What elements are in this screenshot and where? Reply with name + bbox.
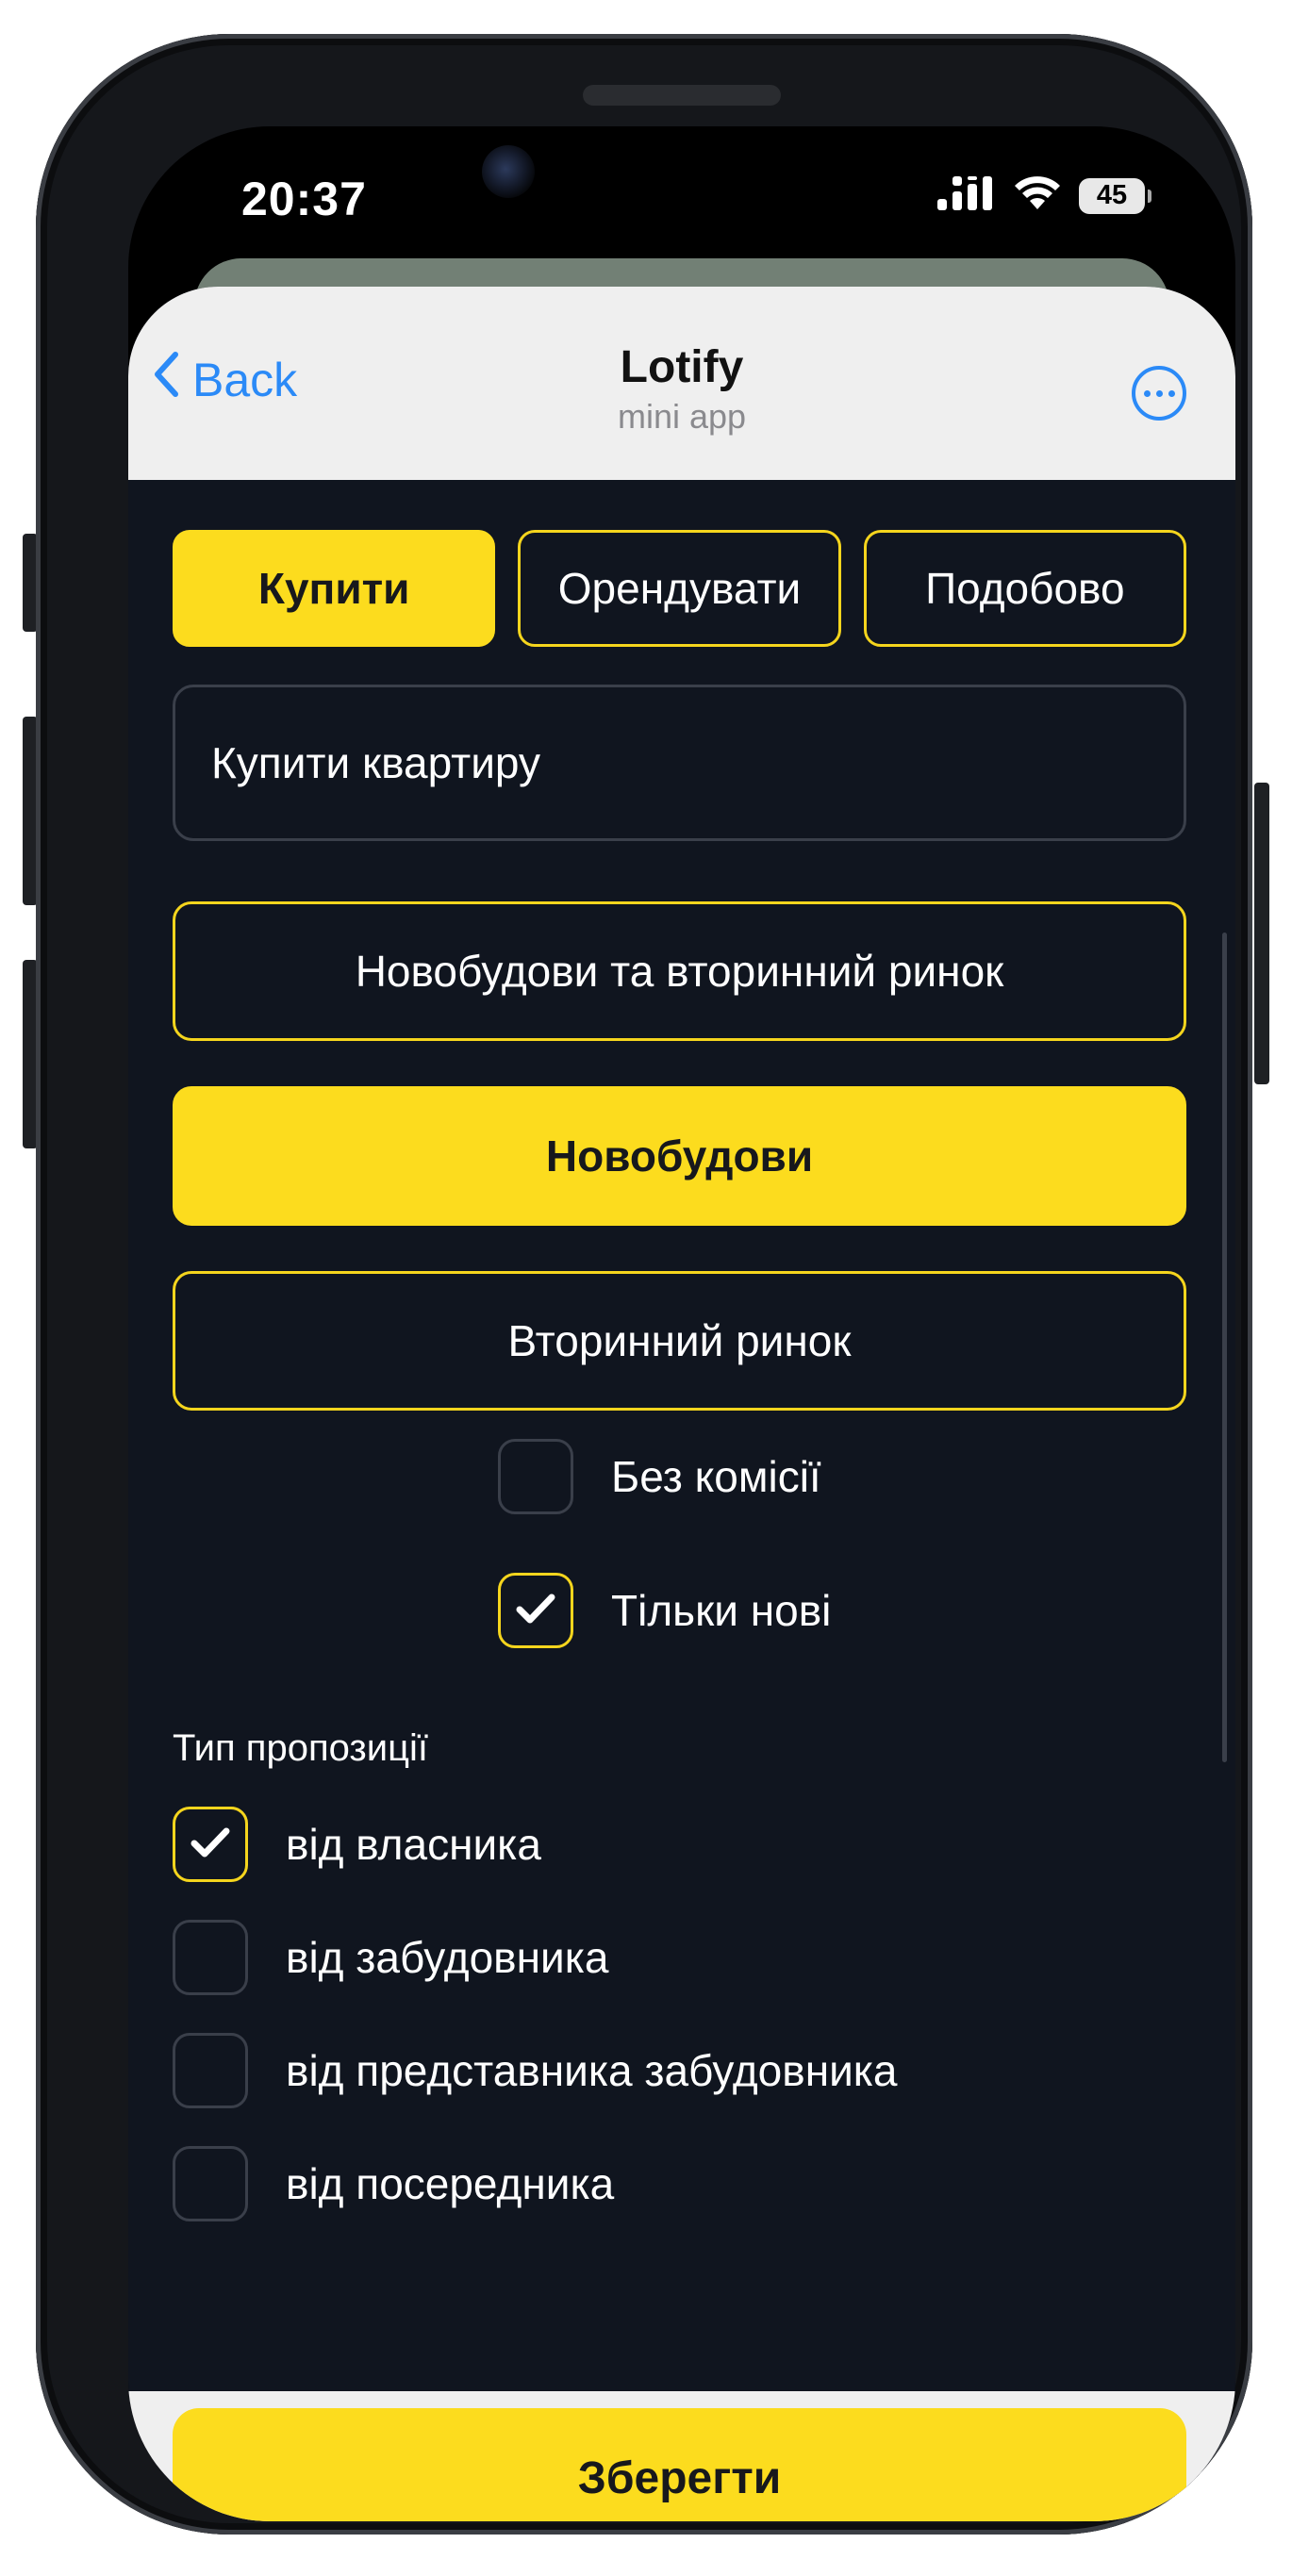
app-subtitle: mini app — [617, 397, 747, 436]
front-camera — [482, 145, 535, 198]
offer-developer-rep-checkbox[interactable] — [173, 2033, 248, 2108]
app-title: Lotify — [620, 342, 744, 392]
header-title-block: Lotify mini app — [128, 341, 1235, 437]
more-options-icon[interactable] — [1132, 366, 1186, 421]
offer-developer-label: від забудовника — [286, 1933, 609, 1982]
deal-type-tabs: Купити Орендувати Подобово — [173, 530, 1186, 647]
cellular-signal-icon — [937, 176, 996, 215]
status-time: 20:37 — [241, 173, 367, 225]
offer-owner-checkbox[interactable] — [173, 1807, 248, 1882]
option-new-and-secondary[interactable]: Новобудови та вторинний ринок — [173, 901, 1186, 1041]
tab-daily[interactable]: Подобово — [863, 530, 1186, 647]
no-commission-label: Без комісії — [611, 1452, 821, 1501]
checkmark-icon — [190, 1825, 231, 1864]
offer-type-item[interactable]: від посередника — [173, 2146, 614, 2221]
offer-developer-checkbox[interactable] — [173, 1920, 248, 1995]
offer-developer-rep-label: від представника забудовника — [286, 2046, 898, 2095]
offer-type-item[interactable]: від забудовника — [173, 1920, 608, 1995]
power-button — [1254, 783, 1269, 1084]
offer-type-item[interactable]: від представника забудовника — [173, 2033, 898, 2108]
tab-rent[interactable]: Орендувати — [518, 530, 841, 647]
only-new-label: Тільки нові — [611, 1586, 832, 1635]
wifi-icon — [1013, 175, 1062, 216]
property-type-select[interactable]: Купити квартиру — [173, 685, 1186, 841]
app-header: Back Lotify mini app — [128, 287, 1235, 480]
speaker-grille — [583, 85, 781, 106]
no-commission-checkbox[interactable] — [498, 1439, 573, 1514]
option-secondary-market[interactable]: Вторинний ринок — [173, 1271, 1186, 1411]
mini-app-sheet: Back Lotify mini app Купити Орендувати П… — [128, 287, 1235, 2521]
only-new-checkbox[interactable] — [498, 1573, 573, 1648]
status-icons: 45 — [937, 175, 1151, 216]
battery-icon: 45 — [1079, 177, 1151, 214]
offer-agent-checkbox[interactable] — [173, 2146, 248, 2221]
checkmark-icon — [515, 1592, 556, 1630]
offer-owner-label: від власника — [286, 1820, 541, 1869]
offer-type-heading: Тип пропозиції — [173, 1727, 428, 1769]
tab-buy[interactable]: Купити — [173, 530, 496, 647]
option-new-buildings[interactable]: Новобудови — [173, 1086, 1186, 1226]
offer-agent-label: від посередника — [286, 2159, 615, 2208]
phone-screen: 20:37 45 Back Lotify mini app Купити Оре… — [128, 126, 1235, 2521]
save-button[interactable]: Зберегти — [173, 2408, 1186, 2521]
offer-type-item[interactable]: від власника — [173, 1807, 541, 1882]
no-commission-toggle[interactable]: Без комісії — [498, 1439, 821, 1514]
phone-frame: 20:37 45 Back Lotify mini app Купити Оре… — [36, 34, 1252, 2535]
only-new-toggle[interactable]: Тільки нові — [498, 1573, 831, 1648]
scrollbar[interactable] — [1222, 933, 1227, 1762]
